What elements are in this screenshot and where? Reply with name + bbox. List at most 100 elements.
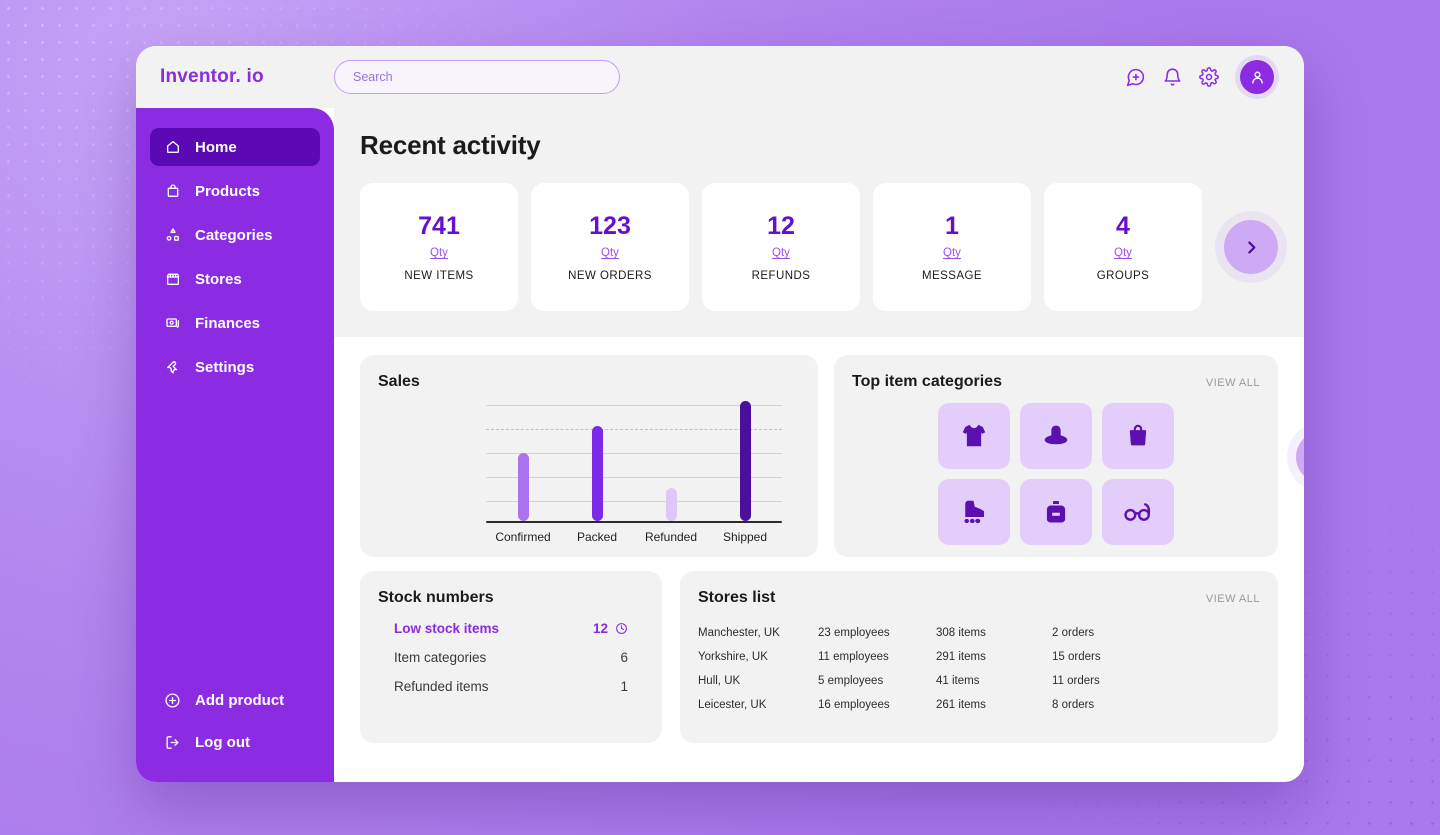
store-location: Yorkshire, UK bbox=[698, 651, 818, 663]
category-tile-tshirt[interactable] bbox=[938, 403, 1010, 469]
stat-qty-link[interactable]: Qty bbox=[772, 247, 790, 259]
sidebar-item-home[interactable]: Home bbox=[150, 128, 320, 166]
search-input[interactable] bbox=[334, 60, 620, 94]
header-actions bbox=[1124, 60, 1274, 94]
category-tile-backpack[interactable] bbox=[1020, 479, 1092, 545]
chart-x-labels: Confirmed Packed Refunded Shipped bbox=[486, 530, 782, 544]
bar-slot-packed bbox=[560, 399, 634, 521]
dashboard-panels: Sales bbox=[334, 337, 1304, 782]
bar-confirmed[interactable] bbox=[518, 453, 529, 521]
store-items: 291 items bbox=[936, 651, 1052, 663]
table-row[interactable]: Leicester, UK 16 employees 261 items 8 o… bbox=[698, 693, 1260, 717]
x-label: Confirmed bbox=[486, 530, 560, 544]
sidebar-item-categories[interactable]: Categories bbox=[150, 216, 320, 254]
stock-list: Low stock items 12 It bbox=[378, 621, 644, 694]
chevron-right-icon bbox=[1243, 239, 1260, 256]
stores-title: Stores list bbox=[698, 589, 775, 607]
stat-value: 12 bbox=[767, 212, 795, 241]
message-plus-icon[interactable] bbox=[1124, 66, 1146, 88]
sales-title: Sales bbox=[378, 373, 420, 391]
logout-button[interactable]: Log out bbox=[152, 728, 320, 756]
stats-next-button[interactable] bbox=[1224, 220, 1278, 274]
stock-row-label: Item categories bbox=[394, 650, 486, 665]
categories-next-button[interactable] bbox=[1296, 431, 1304, 483]
backpack-icon bbox=[1042, 498, 1070, 526]
x-label: Refunded bbox=[634, 530, 708, 544]
table-row[interactable]: Manchester, UK 23 employees 308 items 2 … bbox=[698, 621, 1260, 645]
stock-row-item-categories[interactable]: Item categories 6 bbox=[394, 650, 628, 665]
stat-card-groups[interactable]: 4 Qty GROUPS bbox=[1044, 183, 1202, 311]
stock-row-refunded-items[interactable]: Refunded items 1 bbox=[394, 679, 628, 694]
bar-shipped[interactable] bbox=[740, 401, 751, 521]
stock-numbers-panel: Stock numbers Low stock items 12 bbox=[360, 571, 662, 743]
stores-panel-header: Stores list VIEW ALL bbox=[698, 589, 1260, 607]
store-location: Hull, UK bbox=[698, 675, 818, 687]
store-orders: 11 orders bbox=[1052, 675, 1260, 687]
store-location: Leicester, UK bbox=[698, 699, 818, 711]
table-row[interactable]: Hull, UK 5 employees 41 items 11 orders bbox=[698, 669, 1260, 693]
stat-qty-link[interactable]: Qty bbox=[430, 247, 448, 259]
stock-row-value: 1 bbox=[620, 679, 628, 694]
main-content: Recent activity 741 Qty NEW ITEMS 123 Qt… bbox=[334, 108, 1304, 782]
gear-icon[interactable] bbox=[1198, 66, 1220, 88]
logout-icon bbox=[164, 734, 181, 751]
categories-grid bbox=[852, 403, 1260, 545]
category-tile-shopping-bag[interactable] bbox=[1102, 403, 1174, 469]
sidebar-item-products[interactable]: Products bbox=[150, 172, 320, 210]
bar-refunded[interactable] bbox=[666, 488, 677, 521]
home-icon bbox=[164, 139, 181, 156]
stat-qty-link[interactable]: Qty bbox=[601, 247, 619, 259]
chart-x-axis bbox=[486, 521, 782, 523]
category-tile-glasses[interactable] bbox=[1102, 479, 1174, 545]
store-icon bbox=[164, 271, 181, 288]
add-product-button[interactable]: Add product bbox=[152, 686, 320, 714]
stock-row-label: Low stock items bbox=[394, 621, 499, 636]
table-row[interactable]: Yorkshire, UK 11 employees 291 items 15 … bbox=[698, 645, 1260, 669]
alert-clock-icon[interactable] bbox=[615, 622, 628, 635]
app-logo[interactable]: Inventor. io bbox=[148, 66, 334, 88]
categories-title: Top item categories bbox=[852, 373, 1002, 391]
sidebar-item-settings[interactable]: Settings bbox=[150, 348, 320, 386]
x-label: Packed bbox=[560, 530, 634, 544]
stat-card-new-items[interactable]: 741 Qty NEW ITEMS bbox=[360, 183, 518, 311]
x-label: Shipped bbox=[708, 530, 782, 544]
bar-slot-refunded bbox=[634, 399, 708, 521]
stores-list-panel: Stores list VIEW ALL Manchester, UK 23 e… bbox=[680, 571, 1278, 743]
store-employees: 5 employees bbox=[818, 675, 936, 687]
bag-icon bbox=[164, 183, 181, 200]
app-window: Inventor. io bbox=[136, 46, 1304, 782]
stock-panel-header: Stock numbers bbox=[378, 589, 644, 607]
bar-slot-shipped bbox=[708, 399, 782, 521]
glasses-icon bbox=[1121, 495, 1155, 529]
stock-row-value-group: 12 bbox=[593, 621, 628, 636]
store-employees: 16 employees bbox=[818, 699, 936, 711]
stat-card-refunds[interactable]: 12 Qty REFUNDS bbox=[702, 183, 860, 311]
stat-qty-link[interactable]: Qty bbox=[1114, 247, 1132, 259]
stock-row-label: Refunded items bbox=[394, 679, 489, 694]
sidebar-item-finances[interactable]: Finances bbox=[150, 304, 320, 342]
sidebar-item-label: Settings bbox=[195, 359, 254, 376]
stat-card-new-orders[interactable]: 123 Qty NEW ORDERS bbox=[531, 183, 689, 311]
stat-card-message[interactable]: 1 Qty MESSAGE bbox=[873, 183, 1031, 311]
sidebar-item-label: Finances bbox=[195, 315, 260, 332]
sidebar-item-label: Products bbox=[195, 183, 260, 200]
sidebar-item-stores[interactable]: Stores bbox=[150, 260, 320, 298]
stat-label: NEW ITEMS bbox=[404, 270, 473, 282]
stores-view-all-link[interactable]: VIEW ALL bbox=[1206, 593, 1260, 605]
stat-label: NEW ORDERS bbox=[568, 270, 652, 282]
store-orders: 2 orders bbox=[1052, 627, 1260, 639]
stock-row-low-stock[interactable]: Low stock items 12 bbox=[394, 621, 628, 636]
panels-row-bottom: Stock numbers Low stock items 12 bbox=[360, 571, 1278, 743]
category-tile-roller-skate[interactable] bbox=[938, 479, 1010, 545]
store-employees: 11 employees bbox=[818, 651, 936, 663]
bell-icon[interactable] bbox=[1161, 66, 1183, 88]
categories-view-all-link[interactable]: VIEW ALL bbox=[1206, 377, 1260, 389]
category-tile-hat[interactable] bbox=[1020, 403, 1092, 469]
store-location: Manchester, UK bbox=[698, 627, 818, 639]
stores-table: Manchester, UK 23 employees 308 items 2 … bbox=[698, 621, 1260, 717]
tshirt-icon bbox=[959, 421, 989, 451]
bar-packed[interactable] bbox=[592, 426, 603, 521]
store-items: 308 items bbox=[936, 627, 1052, 639]
stat-qty-link[interactable]: Qty bbox=[943, 247, 961, 259]
avatar[interactable] bbox=[1240, 60, 1274, 94]
